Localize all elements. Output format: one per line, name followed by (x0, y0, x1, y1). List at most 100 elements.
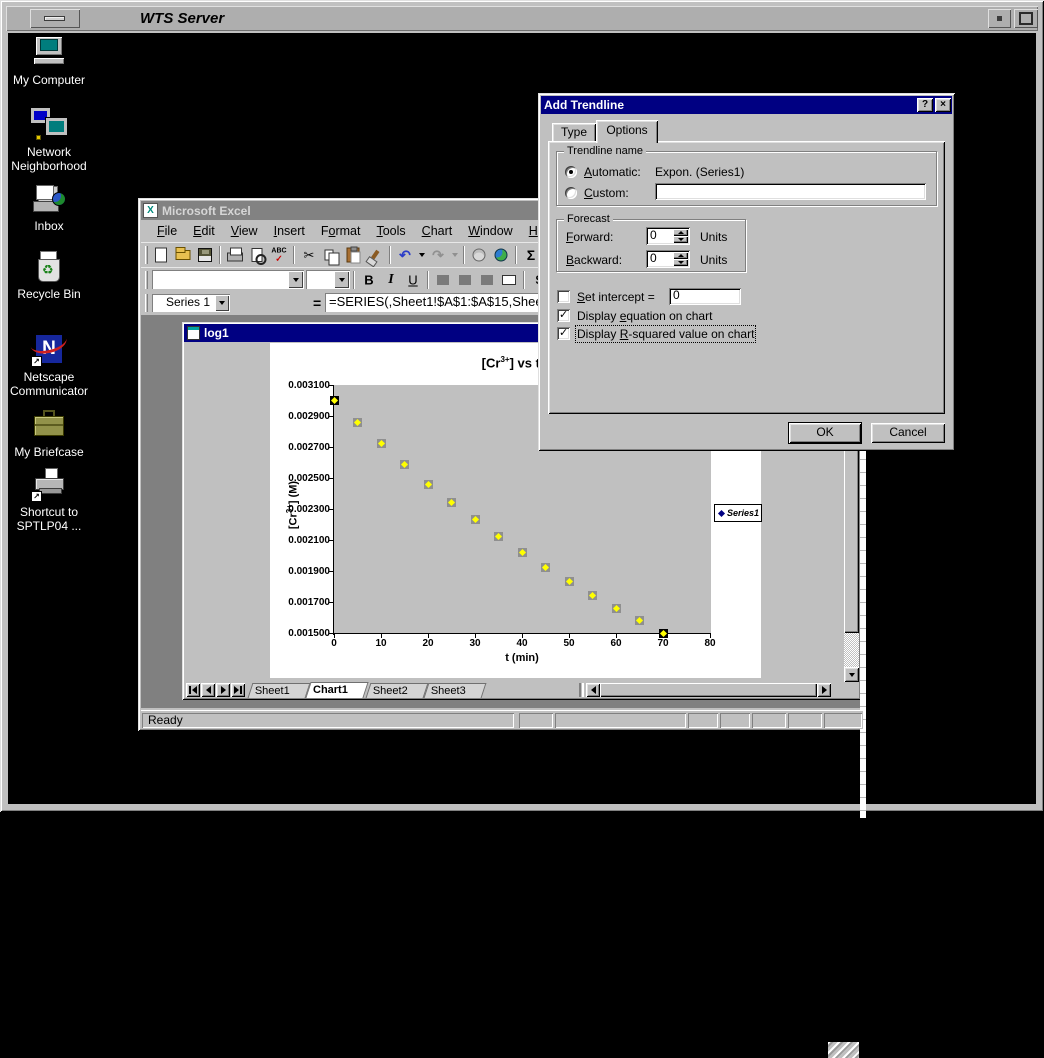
previous-sheet-button[interactable] (201, 683, 215, 697)
data-point[interactable] (518, 548, 527, 557)
print-button[interactable] (224, 244, 246, 266)
scrollbar-thumb[interactable] (600, 683, 817, 697)
chart-legend[interactable]: Series1 (714, 504, 762, 522)
data-point[interactable] (447, 498, 456, 507)
underline-button[interactable]: U (402, 268, 424, 291)
intercept-value-input[interactable]: 0 (669, 288, 741, 305)
open-folder-button[interactable] (172, 244, 194, 266)
web-toolbar-button[interactable] (490, 244, 512, 266)
font-size-combo-dropdown-button[interactable] (334, 271, 349, 288)
formula-bar-handle[interactable] (145, 294, 148, 312)
redo-button[interactable] (427, 244, 449, 266)
menu-chart[interactable]: Chart (414, 222, 461, 240)
tab-type[interactable]: Type (552, 123, 596, 142)
name-box[interactable]: Series 1 (152, 294, 230, 312)
cut-button[interactable] (298, 244, 320, 266)
data-point[interactable] (659, 629, 668, 638)
display-equation-label[interactable]: Display equation on chart (577, 309, 712, 323)
scroll-down-button[interactable] (844, 667, 859, 682)
align-right-button[interactable] (476, 268, 498, 291)
minimize-button[interactable] (988, 9, 1011, 28)
menu-view[interactable]: View (223, 222, 266, 240)
desktop-icon-shortcut-sptlp04[interactable]: Shortcut to SPTLP04 ... (4, 468, 94, 533)
toolbar-handle[interactable] (145, 270, 148, 289)
data-point[interactable] (377, 439, 386, 448)
horizontal-scrollbar[interactable] (586, 683, 831, 697)
copy-button[interactable] (320, 244, 342, 266)
maximize-button[interactable] (1014, 9, 1038, 28)
x-axis-title[interactable]: t (min) (492, 652, 552, 664)
scroll-right-button[interactable] (817, 683, 831, 697)
custom-radio-label[interactable]: Custom: (584, 186, 629, 200)
name-box-dropdown-button[interactable] (215, 295, 229, 311)
last-sheet-button[interactable] (231, 683, 245, 697)
data-point[interactable] (541, 563, 550, 572)
data-point[interactable] (424, 480, 433, 489)
backward-spin-up[interactable] (673, 252, 688, 259)
menu-insert[interactable]: Insert (266, 222, 313, 240)
desktop-icon-inbox[interactable]: Inbox (4, 182, 94, 233)
data-point[interactable] (635, 616, 644, 625)
data-point[interactable] (330, 396, 339, 405)
font-size-combo[interactable] (306, 270, 350, 289)
undo-button[interactable] (394, 244, 416, 266)
data-point[interactable] (494, 532, 503, 541)
paste-button[interactable] (342, 244, 364, 266)
cancel-button[interactable]: Cancel (871, 423, 945, 443)
align-left-button[interactable] (432, 268, 454, 291)
dialog-titlebar[interactable]: Add Trendline (541, 96, 952, 114)
menu-format[interactable]: Format (313, 222, 369, 240)
menu-window[interactable]: Window (460, 222, 520, 240)
new-document-button[interactable] (150, 244, 172, 266)
forward-spin-up[interactable] (673, 229, 688, 236)
redo-dropdown-button[interactable] (449, 244, 460, 266)
automatic-radio[interactable] (565, 166, 577, 178)
backward-spin-down[interactable] (673, 259, 688, 266)
sheet-tab-sheet1[interactable]: Sheet1 (247, 683, 311, 698)
display-equation-checkbox[interactable] (557, 308, 570, 322)
align-center-button[interactable] (454, 268, 476, 291)
print-preview-button[interactable] (246, 244, 268, 266)
custom-name-input[interactable] (655, 183, 926, 200)
ok-button[interactable]: OK (788, 422, 862, 444)
font-combo-dropdown-button[interactable] (288, 271, 303, 288)
merge-center-button[interactable] (498, 268, 520, 291)
save-button[interactable] (194, 244, 216, 266)
sheet-tab-sheet2[interactable]: Sheet2 (365, 683, 429, 698)
next-sheet-button[interactable] (216, 683, 230, 697)
display-r-squared-label[interactable]: Display R-squared value on chart (574, 325, 757, 343)
bold-button[interactable]: B (358, 268, 380, 291)
desktop-icon-netscape-communicator[interactable]: Netscape Communicator (4, 326, 94, 398)
desktop-icon-my-computer[interactable]: My Computer (4, 36, 94, 87)
sheet-tab-chart1[interactable]: Chart1 (305, 682, 369, 698)
menu-tools[interactable]: Tools (368, 222, 413, 240)
insert-hyperlink-button[interactable] (468, 244, 490, 266)
help-button[interactable]: ? (917, 98, 933, 112)
close-button[interactable]: × (935, 98, 951, 112)
spelling-button[interactable] (268, 244, 290, 266)
data-point[interactable] (471, 515, 480, 524)
menu-edit[interactable]: Edit (185, 222, 223, 240)
set-intercept-checkbox[interactable] (557, 290, 570, 303)
custom-radio[interactable] (565, 187, 577, 199)
toolbar-handle[interactable] (145, 246, 148, 264)
resize-grip[interactable] (828, 1042, 859, 1058)
tab-options[interactable]: Options (596, 120, 658, 143)
format-painter-button[interactable] (364, 244, 386, 266)
first-sheet-button[interactable] (186, 683, 200, 697)
forward-spin-down[interactable] (673, 236, 688, 243)
data-point[interactable] (612, 604, 621, 613)
sheet-tab-sheet3[interactable]: Sheet3 (423, 683, 487, 698)
forward-spinner[interactable]: 0 (646, 227, 690, 245)
desktop-icon-recycle-bin[interactable]: Recycle Bin (4, 250, 94, 301)
desktop-icon-network-neighborhood[interactable]: Network Neighborhood (4, 107, 94, 173)
backward-spinner[interactable]: 0 (646, 250, 690, 268)
scroll-left-button[interactable] (586, 683, 600, 697)
data-point[interactable] (400, 460, 409, 469)
automatic-radio-label[interactable]: Automatic: (584, 165, 641, 179)
set-intercept-label[interactable]: Set intercept = (577, 290, 655, 304)
display-r-squared-checkbox[interactable] (557, 326, 570, 340)
wts-titlebar[interactable]: WTS Server (6, 6, 1038, 31)
data-point[interactable] (353, 418, 362, 427)
desktop-icon-my-briefcase[interactable]: My Briefcase (4, 408, 94, 459)
